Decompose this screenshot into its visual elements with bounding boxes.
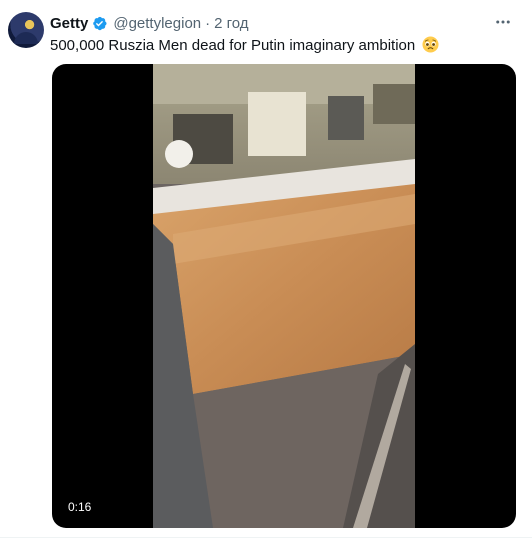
pleading-face-emoji <box>422 36 439 53</box>
tweet-text: 500,000 Ruszia Men dead for Putin imagin… <box>50 37 416 54</box>
timestamp[interactable]: 2 год <box>214 15 248 32</box>
tweet-header: Getty @gettylegion · 2 год <box>50 13 249 33</box>
tweet-text-line: 500,000 Ruszia Men dead for Putin imagin… <box>50 36 439 56</box>
video-duration-badge: 0:16 <box>64 499 96 516</box>
separator-dot: · <box>205 14 211 32</box>
more-horizontal-icon[interactable] <box>492 11 514 33</box>
author-name[interactable]: Getty <box>50 15 88 32</box>
author-handle[interactable]: @gettylegion <box>113 15 201 32</box>
tweet[interactable]: Getty @gettylegion · 2 год 500,000 Ruszi… <box>0 0 532 538</box>
video-player[interactable]: 0:16 <box>52 64 516 528</box>
avatar[interactable] <box>8 12 44 48</box>
video-frame <box>153 64 415 528</box>
verified-badge-icon <box>91 15 108 32</box>
